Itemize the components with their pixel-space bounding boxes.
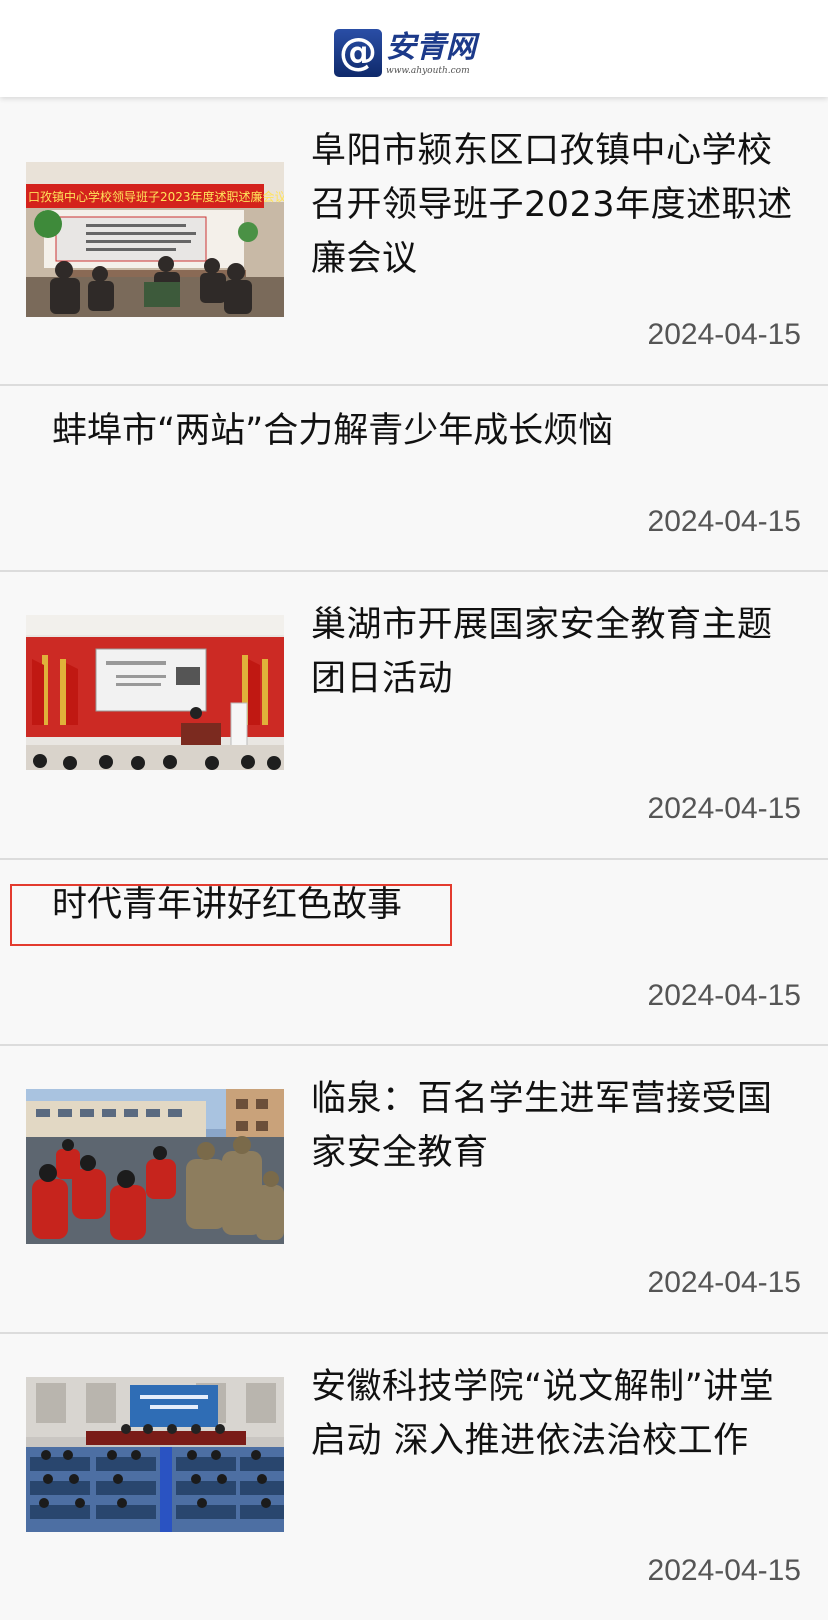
article-thumbnail[interactable] (26, 1377, 284, 1532)
article-date: 2024-04-15 (647, 318, 801, 351)
students-photo-icon (26, 1089, 284, 1244)
logo-text: 安青网 (386, 30, 476, 65)
article-thumbnail[interactable]: 口孜镇中心学校领导班子2023年度述职述廉会议 (26, 162, 284, 317)
article-title[interactable]: 阜阳市颍东区口孜镇中心学校召开领导班子2023年度述职述廉会议 (311, 124, 806, 286)
lecture-hall-photo-icon (26, 615, 284, 770)
article-item[interactable]: 临泉：百名学生进军营接受国家安全教育 2024-04-15 (0, 1046, 828, 1334)
article-item[interactable]: 蚌埠市“两站”合力解青少年成长烦恼 2024-04-15 (0, 386, 828, 572)
site-header: @ 安青网 www.ahyouth.com (0, 0, 828, 97)
article-date: 2024-04-15 (647, 1554, 801, 1587)
article-thumbnail[interactable] (26, 1089, 284, 1244)
article-title[interactable]: 时代青年讲好红色故事 (52, 878, 792, 932)
article-title[interactable]: 安徽科技学院“说文解制”讲堂启动 深入推进依法治校工作 (311, 1360, 806, 1468)
at-logo-icon: @ (334, 29, 382, 77)
article-title[interactable]: 临泉：百名学生进军营接受国家安全教育 (311, 1072, 806, 1180)
article-title[interactable]: 蚌埠市“两站”合力解青少年成长烦恼 (52, 404, 792, 458)
meeting-photo-icon: 口孜镇中心学校领导班子2023年度述职述廉会议 (26, 162, 284, 317)
article-title[interactable]: 巢湖市开展国家安全教育主题团日活动 (311, 598, 806, 706)
article-item[interactable]: 安徽科技学院“说文解制”讲堂启动 深入推进依法治校工作 2024-04-15 (0, 1334, 828, 1620)
site-logo[interactable]: @ 安青网 www.ahyouth.com (334, 29, 476, 79)
article-thumbnail[interactable] (26, 615, 284, 770)
article-item[interactable]: 口孜镇中心学校领导班子2023年度述职述廉会议 阜阳市颍东区口孜镇中心学校召开领… (0, 98, 828, 386)
banner-text: 口孜镇中心学校领导班子2023年度述职述廉会议 (28, 189, 284, 204)
article-date: 2024-04-15 (647, 1266, 801, 1299)
article-item[interactable]: 时代青年讲好红色故事 2024-04-15 (0, 860, 828, 1046)
auditorium-photo-icon (26, 1377, 284, 1532)
article-date: 2024-04-15 (647, 792, 801, 825)
logo-url: www.ahyouth.com (386, 66, 470, 76)
article-list: 口孜镇中心学校领导班子2023年度述职述廉会议 阜阳市颍东区口孜镇中心学校召开领… (0, 98, 828, 1620)
article-date: 2024-04-15 (647, 505, 801, 538)
article-date: 2024-04-15 (647, 979, 801, 1012)
article-item[interactable]: 巢湖市开展国家安全教育主题团日活动 2024-04-15 (0, 572, 828, 860)
